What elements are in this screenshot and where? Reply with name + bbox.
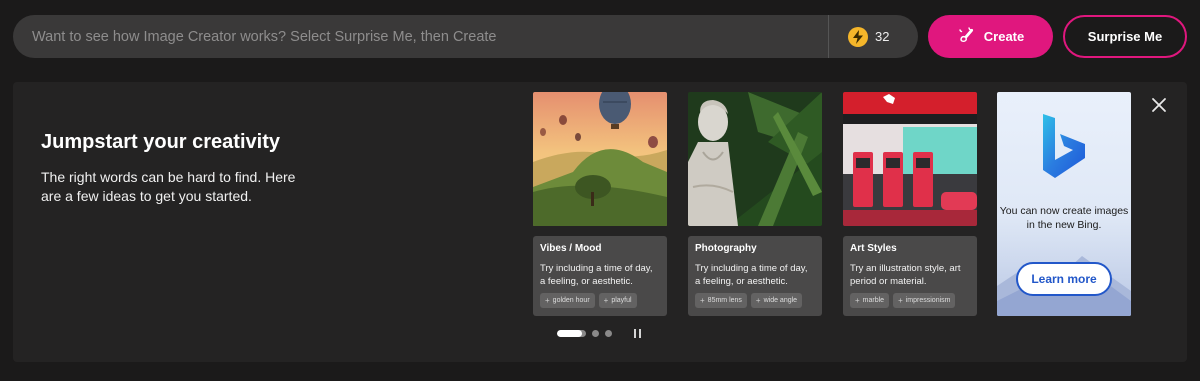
bing-promo-card: You can now create images in the new Bin… <box>997 92 1131 316</box>
carousel-indicator <box>557 329 641 338</box>
prompt-bar: 32 <box>13 15 918 58</box>
pause-icon[interactable] <box>634 329 641 338</box>
surprise-me-button[interactable]: Surprise Me <box>1063 15 1187 58</box>
plus-icon: + <box>545 296 550 305</box>
retro-gas-station-image <box>843 92 977 226</box>
boost-count: 32 <box>875 29 890 44</box>
chip-golden-hour[interactable]: + golden hour <box>540 293 595 308</box>
plus-icon: + <box>700 296 705 305</box>
carousel-progress-fill <box>557 330 582 337</box>
plus-icon: + <box>755 296 761 305</box>
bing-logo-icon <box>1043 114 1085 178</box>
prompt-input[interactable] <box>13 15 828 58</box>
idea-card-art-styles[interactable]: Art Styles Try an illustration style, ar… <box>843 92 977 316</box>
statue-with-plants-image <box>688 92 822 226</box>
plus-icon: + <box>898 296 903 305</box>
carousel-dot[interactable] <box>592 330 599 337</box>
chip-playful[interactable]: + playful <box>598 293 637 308</box>
chip-impressionism[interactable]: + impressionism <box>893 293 956 308</box>
panel-title: Jumpstart your creativity <box>41 131 280 153</box>
plus-icon: + <box>855 296 860 305</box>
chip-marble[interactable]: + marble <box>850 293 890 308</box>
boosts-indicator[interactable]: 32 <box>828 15 918 58</box>
bing-promo-text: You can now create images in the new Bin… <box>999 205 1129 231</box>
carousel-dot-active[interactable] <box>557 330 586 337</box>
idea-card-vibes[interactable]: Vibes / Mood Try including a time of day… <box>533 92 667 316</box>
card-title: Photography <box>695 243 757 254</box>
lightning-bolt-icon <box>848 26 868 47</box>
chip-wide-angle[interactable]: + wide angle <box>750 293 803 308</box>
idea-card-box: Vibes / Mood Try including a time of day… <box>533 236 667 316</box>
create-button-label: Create <box>983 29 1025 44</box>
idea-card-box: Photography Try including a time of day,… <box>688 236 822 316</box>
card-title: Art Styles <box>850 243 897 254</box>
idea-card-photography[interactable]: Photography Try including a time of day,… <box>688 92 822 316</box>
learn-more-button[interactable]: Learn more <box>1016 262 1112 296</box>
close-icon[interactable] <box>1150 96 1168 114</box>
carousel-dot[interactable] <box>605 330 612 337</box>
card-title: Vibes / Mood <box>540 243 602 254</box>
card-text: Try an illustration style, art period or… <box>850 263 961 287</box>
plus-icon: + <box>603 296 609 305</box>
hot-air-balloons-landscape-image <box>533 92 667 226</box>
panel-description: The right words can be hard to find. Her… <box>41 169 296 204</box>
create-button[interactable]: Create <box>928 15 1053 58</box>
card-text: Try including a time of day, a feeling, … <box>540 263 653 287</box>
create-brush-icon <box>957 26 975 47</box>
card-text: Try including a time of day, a feeling, … <box>695 263 808 287</box>
chip-85mm-lens[interactable]: +85mm lens <box>695 293 747 308</box>
idea-card-box: Art Styles Try an illustration style, ar… <box>843 236 977 316</box>
jumpstart-panel: Jumpstart your creativity The right word… <box>13 82 1187 362</box>
